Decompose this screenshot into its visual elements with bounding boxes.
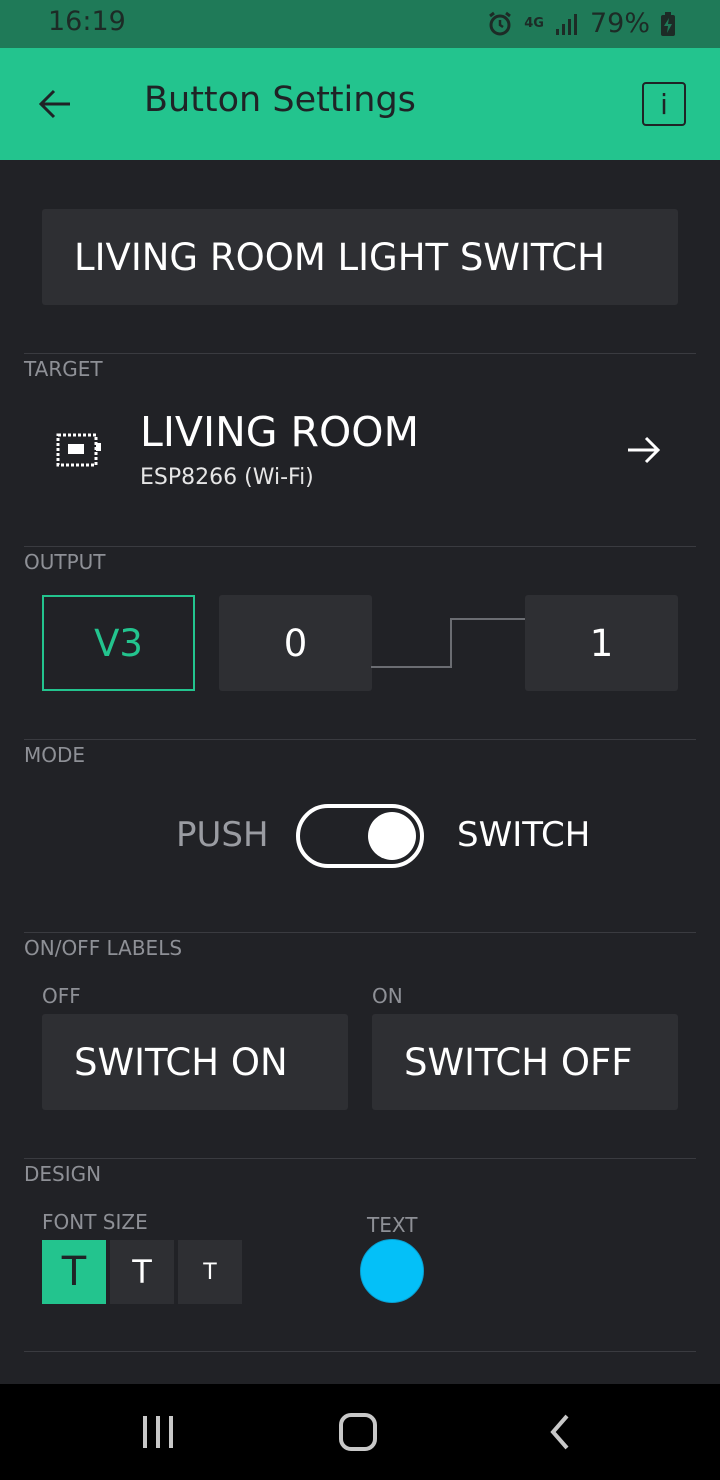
pin-value: V3 — [94, 621, 143, 665]
network-4g-icon: 4G — [524, 16, 544, 31]
mode-switch-label[interactable]: SWITCH — [457, 815, 590, 855]
arrow-right-icon — [628, 436, 661, 464]
battery-percent: 79% — [589, 8, 650, 39]
alarm-icon — [489, 11, 512, 35]
off-label-caption: OFF — [42, 984, 81, 1008]
divider — [24, 546, 696, 547]
font-size-small-button[interactable]: T — [178, 1240, 242, 1304]
divider — [24, 1351, 696, 1352]
status-bar: 16:19 4G 79% — [0, 0, 720, 48]
output-low-field[interactable]: 0 — [219, 595, 372, 691]
output-high-field[interactable]: 1 — [525, 595, 678, 691]
font-size-large-button[interactable]: T — [42, 1240, 106, 1304]
widget-name-value: LIVING ROOM LIGHT SWITCH — [74, 235, 605, 279]
font-size-medium-label: T — [132, 1253, 152, 1291]
font-size-small-label: T — [203, 1259, 217, 1285]
divider — [24, 932, 696, 933]
section-label-onoff: ON/OFF LABELS — [24, 936, 183, 960]
section-label-design: DESIGN — [24, 1162, 102, 1186]
divider — [24, 1158, 696, 1159]
recent-apps-button[interactable] — [128, 1402, 188, 1462]
pin-selector[interactable]: V3 — [42, 595, 195, 691]
font-size-caption: FONT SIZE — [42, 1210, 148, 1234]
off-label-value: SWITCH ON — [74, 1040, 288, 1084]
on-label-value: SWITCH OFF — [404, 1040, 633, 1084]
mode-push-label[interactable]: PUSH — [176, 815, 269, 855]
status-time: 16:19 — [48, 6, 126, 37]
arrow-left-icon — [38, 89, 70, 119]
battery-charging-icon — [661, 11, 675, 36]
app-bar: Button Settings i — [0, 48, 720, 160]
widget-name-field[interactable]: LIVING ROOM LIGHT SWITCH — [42, 209, 678, 305]
page-title: Button Settings — [144, 80, 416, 120]
divider — [24, 739, 696, 740]
device-board-icon — [56, 433, 101, 467]
step-graph-icon — [371, 618, 527, 668]
off-label-field[interactable]: SWITCH ON — [42, 1014, 348, 1110]
signal-icon — [555, 13, 577, 35]
section-label-target: TARGET — [24, 357, 103, 381]
font-size-large-label: T — [61, 1249, 87, 1295]
system-nav-bar — [0, 1384, 720, 1480]
recent-apps-icon — [143, 1416, 173, 1448]
output-low-value: 0 — [283, 621, 308, 665]
text-color-swatch[interactable] — [360, 1239, 424, 1303]
mode-toggle[interactable] — [296, 804, 424, 868]
text-color-caption: TEXT — [367, 1213, 418, 1237]
info-icon: i — [660, 87, 668, 121]
font-size-medium-button[interactable]: T — [110, 1240, 174, 1304]
target-device-type: ESP8266 (Wi-Fi) — [140, 465, 314, 490]
chevron-left-icon — [550, 1414, 569, 1450]
section-label-output: OUTPUT — [24, 550, 106, 574]
status-icons: 4G 79% — [486, 8, 676, 39]
back-nav-button[interactable] — [530, 1402, 590, 1462]
back-button[interactable] — [30, 82, 80, 126]
on-label-caption: ON — [372, 984, 403, 1008]
target-device-name: LIVING ROOM — [140, 408, 419, 456]
home-icon — [339, 1413, 377, 1451]
output-high-value: 1 — [589, 621, 614, 665]
info-button[interactable]: i — [642, 82, 686, 126]
divider — [24, 353, 696, 354]
toggle-knob — [368, 812, 416, 860]
section-label-mode: MODE — [24, 743, 86, 767]
home-button[interactable] — [328, 1402, 388, 1462]
on-label-field[interactable]: SWITCH OFF — [372, 1014, 678, 1110]
